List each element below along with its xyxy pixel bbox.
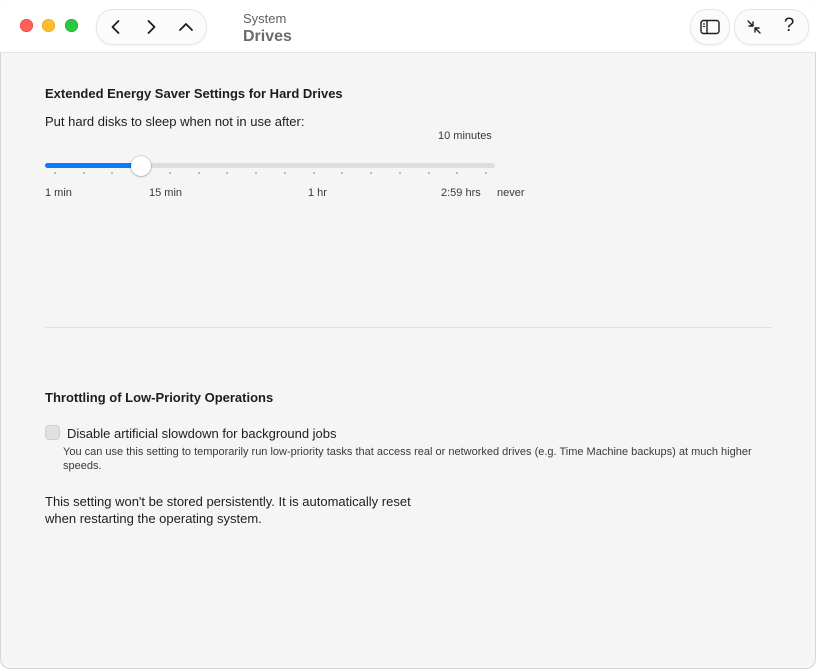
title-bar: System Drives ? (0, 0, 816, 53)
drives-settings-window: System Drives ? Extended Energy Saver Se… (0, 0, 816, 669)
throttling-section-heading: Throttling of Low-Priority Operations (45, 390, 274, 405)
chevron-left-icon (111, 20, 120, 34)
sidebar-icon (700, 19, 720, 35)
disable-slowdown-checkbox[interactable] (45, 425, 60, 440)
scale-label-15min: 15 min (149, 187, 183, 199)
back-button[interactable] (107, 18, 125, 36)
sleep-label: Put hard disks to sleep when not in use … (45, 114, 305, 129)
slider-tick (284, 172, 286, 174)
slider-tick (226, 172, 228, 174)
up-button[interactable] (177, 18, 195, 36)
sidebar-toggle-button[interactable] (690, 9, 730, 45)
scale-label-1hr: 1 hr (308, 187, 327, 199)
slider-tick (313, 172, 315, 174)
section-divider (45, 327, 772, 328)
slider-tick (111, 172, 113, 174)
slider-tick (83, 172, 85, 174)
page-title: Drives (243, 28, 292, 45)
slider-tick (428, 172, 430, 174)
energy-section-heading: Extended Energy Saver Settings for Hard … (45, 86, 343, 101)
persistence-note-line1: This setting won't be stored persistentl… (45, 494, 411, 509)
chevron-right-icon (147, 20, 156, 34)
slider-tick (370, 172, 372, 174)
collapse-button[interactable] (745, 18, 763, 36)
slider-tick (456, 172, 458, 174)
navigation-group (96, 9, 207, 45)
help-icon: ? (783, 15, 795, 36)
close-window-button[interactable] (20, 19, 33, 32)
scale-label-max: 2:59 hrs (441, 187, 481, 199)
forward-button[interactable] (142, 18, 160, 36)
maximize-window-button[interactable] (65, 19, 78, 32)
slider-tick (198, 172, 200, 174)
window-title: System Drives (243, 11, 292, 47)
minimize-window-button[interactable] (42, 19, 55, 32)
disable-slowdown-label[interactable]: Disable artificial slowdown for backgrou… (67, 426, 337, 441)
slider-tick (54, 172, 56, 174)
sleep-slider-knob[interactable] (131, 156, 151, 176)
help-button[interactable]: ? (780, 15, 798, 36)
scale-label-min: 1 min (45, 187, 72, 199)
chevron-up-icon (179, 23, 193, 31)
title-section: System (243, 11, 287, 26)
sleep-slider-fill (45, 163, 141, 168)
slider-tick (341, 172, 343, 174)
slider-tick (485, 172, 487, 174)
persistence-note: This setting won't be stored persistentl… (45, 493, 475, 527)
persistence-note-line2: when restarting the operating system. (45, 511, 262, 526)
scale-label-never: never (497, 187, 525, 199)
slider-tick (255, 172, 257, 174)
slider-tick (169, 172, 171, 174)
slider-value-label: 10 minutes (438, 130, 492, 142)
collapse-icon (747, 20, 761, 34)
right-toolbar-group: ? (734, 9, 809, 45)
throttling-description: You can use this setting to temporarily … (63, 446, 752, 472)
slider-tick (399, 172, 401, 174)
